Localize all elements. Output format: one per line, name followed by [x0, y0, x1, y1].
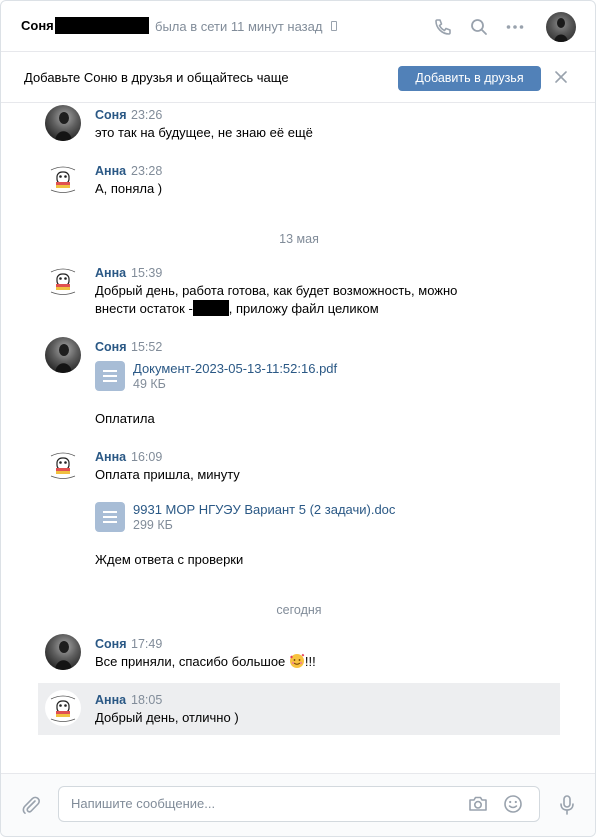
message-text: Оплатила [95, 411, 155, 426]
message-input[interactable] [71, 796, 461, 811]
message-author[interactable]: Соня [95, 340, 127, 354]
microphone-icon[interactable] [556, 794, 578, 816]
date-divider: 13 мая [279, 232, 319, 246]
mobile-icon [331, 21, 337, 31]
message-text: А, поняла ) [95, 181, 163, 196]
contact-name[interactable]: Соня [21, 18, 54, 33]
redacted-amount [192, 300, 229, 316]
chat-header: Соня была в сети 11 минут назад [1, 1, 595, 52]
date-divider: сегодня [276, 603, 322, 617]
message-text-line2: внести остаток - , приложу файл целиком [95, 300, 379, 318]
message-time: 17:49 [131, 637, 163, 651]
message-time: 15:52 [131, 340, 163, 354]
message-text: Оплата пришла, минуту [95, 467, 240, 482]
text-part: внести остаток - [95, 301, 193, 316]
more-icon[interactable] [505, 17, 525, 37]
document-name[interactable]: Документ-2023-05-13-11:52:16.pdf [133, 361, 337, 376]
avatar[interactable] [45, 337, 81, 373]
paperclip-icon[interactable] [20, 794, 42, 816]
message-author[interactable]: Соня [95, 108, 127, 122]
text-part: !!! [304, 654, 316, 669]
avatar[interactable] [45, 634, 81, 670]
message-time: 16:09 [131, 450, 163, 464]
message-text: Добрый день, работа готова, как будет во… [95, 283, 458, 298]
message-author[interactable]: Анна [95, 450, 126, 464]
document-icon [95, 361, 125, 391]
avatar[interactable] [45, 105, 81, 141]
message-time: 18:05 [131, 693, 163, 707]
message-composer [1, 773, 595, 836]
avatar[interactable] [45, 447, 81, 483]
document-size: 299 КБ [133, 518, 173, 532]
text-part: , приложу файл целиком [228, 301, 379, 316]
document-icon [95, 502, 125, 532]
message-text: Добрый день, отлично ) [95, 710, 239, 725]
smiling-face-with-hearts-icon [289, 653, 305, 668]
phone-icon[interactable] [433, 17, 453, 37]
avatar[interactable] [45, 161, 81, 197]
emoji-icon[interactable] [502, 793, 524, 815]
message-author[interactable]: Анна [95, 164, 126, 178]
avatar[interactable] [45, 263, 81, 299]
avatar[interactable] [45, 690, 81, 726]
message-author[interactable]: Анна [95, 266, 126, 280]
chat-window: Соня была в сети 11 минут назад Добавьте… [0, 0, 596, 837]
add-friend-button[interactable]: Добавить в друзья [398, 66, 541, 91]
document-attachment[interactable]: 9931 МОР НГУЭУ Вариант 5 (2 задачи).doc … [95, 502, 455, 536]
message-author[interactable]: Соня [95, 637, 127, 651]
contact-avatar[interactable] [546, 12, 576, 42]
add-friend-banner: Добавьте Соню в друзья и общайтесь чаще … [1, 53, 595, 103]
document-name[interactable]: 9931 МОР НГУЭУ Вариант 5 (2 задачи).doc [133, 502, 395, 517]
message-text: Ждем ответа с проверки [95, 552, 244, 567]
document-size: 49 КБ [133, 377, 166, 391]
document-attachment[interactable]: Документ-2023-05-13-11:52:16.pdf 49 КБ [95, 361, 455, 395]
close-icon[interactable] [554, 70, 568, 84]
message-text: Все приняли, спасибо большое !!! [95, 653, 316, 671]
message-time: 15:39 [131, 266, 163, 280]
camera-icon[interactable] [467, 793, 489, 815]
redacted-surname [55, 17, 149, 34]
search-icon[interactable] [469, 17, 489, 37]
text-part: Все приняли, спасибо большое [95, 654, 286, 669]
message-text: это так на будущее, не знаю её ещё [95, 125, 313, 140]
message-author[interactable]: Анна [95, 693, 126, 707]
message-input-box[interactable] [58, 786, 540, 822]
message-time: 23:28 [131, 164, 163, 178]
banner-text: Добавьте Соню в друзья и общайтесь чаще [24, 70, 289, 85]
message-time: 23:26 [131, 108, 163, 122]
online-status: была в сети 11 минут назад [155, 19, 323, 34]
